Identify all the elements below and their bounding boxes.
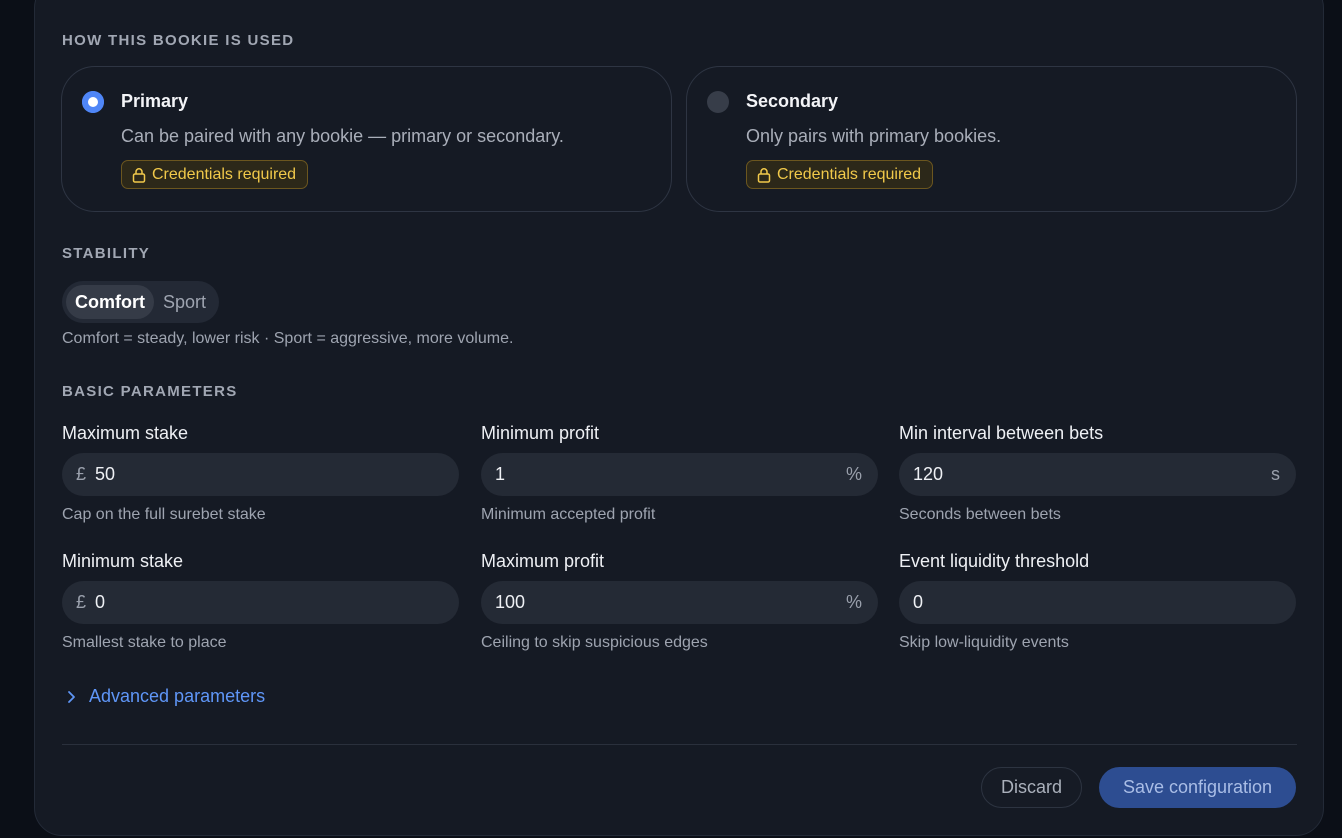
- stability-toggle: Comfort Sport: [62, 281, 220, 323]
- discard-button[interactable]: Discard: [981, 767, 1082, 808]
- credentials-badge: Credentials required: [746, 160, 934, 189]
- field-value: 0: [95, 592, 106, 612]
- liquidity-threshold-label: Event liquidity threshold: [899, 551, 1090, 571]
- min-interval-input[interactable]: 120 s: [899, 453, 1296, 496]
- max-stake-label: Maximum stake: [62, 423, 189, 443]
- stability-option-sport[interactable]: Sport: [154, 285, 215, 319]
- credentials-badge: Credentials required: [121, 160, 309, 189]
- currency-prefix: £: [76, 464, 87, 484]
- usage-option-title: Secondary: [746, 91, 839, 111]
- badge-label: Credentials required: [152, 165, 297, 183]
- usage-section-label: HOW THIS BOOKIE IS USED: [62, 32, 295, 49]
- min-interval-hint: Seconds between bets: [899, 506, 1061, 523]
- min-profit-input[interactable]: 1 %: [481, 453, 878, 496]
- footer-divider: [62, 744, 1297, 745]
- usage-option-primary[interactable]: Primary Can be paired with any bookie — …: [61, 66, 672, 212]
- max-profit-input[interactable]: 100 %: [481, 581, 878, 624]
- stability-option-comfort[interactable]: Comfort: [66, 285, 154, 319]
- usage-option-secondary[interactable]: Secondary Only pairs with primary bookie…: [686, 66, 1297, 212]
- unit-suffix: %: [845, 464, 862, 484]
- liquidity-threshold-hint: Skip low-liquidity events: [899, 634, 1069, 651]
- field-value: 0: [913, 592, 924, 612]
- lock-icon: [757, 167, 771, 183]
- unit-suffix: %: [845, 592, 862, 612]
- stability-section-label: STABILITY: [62, 245, 151, 262]
- usage-option-description: Only pairs with primary bookies.: [746, 126, 1002, 146]
- usage-option-description: Can be paired with any bookie — primary …: [121, 126, 564, 146]
- min-profit-hint: Minimum accepted profit: [481, 506, 656, 523]
- min-interval-label: Min interval between bets: [899, 423, 1104, 443]
- usage-option-title: Primary: [121, 91, 189, 111]
- max-stake-hint: Cap on the full surebet stake: [62, 506, 266, 523]
- basic-section-label: BASIC PARAMETERS: [62, 383, 238, 400]
- radio-unselected-icon[interactable]: [707, 91, 729, 113]
- advanced-parameters-toggle[interactable]: Advanced parameters: [62, 686, 265, 707]
- max-profit-label: Maximum profit: [481, 551, 605, 571]
- currency-prefix: £: [76, 592, 87, 612]
- max-stake-input[interactable]: £ 50: [62, 453, 459, 496]
- liquidity-threshold-input[interactable]: 0: [899, 581, 1296, 624]
- field-value: 120: [913, 464, 944, 484]
- field-value: 1: [495, 464, 506, 484]
- field-value: 100: [495, 592, 526, 612]
- chevron-right-icon: [68, 690, 75, 703]
- field-value: 50: [95, 464, 116, 484]
- min-stake-input[interactable]: £ 0: [62, 581, 459, 624]
- save-configuration-button[interactable]: Save configuration: [1099, 767, 1296, 808]
- max-profit-hint: Ceiling to skip suspicious edges: [481, 634, 708, 651]
- min-stake-label: Minimum stake: [62, 551, 184, 571]
- radio-selected-icon[interactable]: [82, 91, 104, 113]
- lock-icon: [132, 167, 146, 183]
- unit-suffix: s: [1271, 464, 1280, 484]
- badge-label: Credentials required: [777, 165, 922, 183]
- min-stake-hint: Smallest stake to place: [62, 634, 227, 651]
- advanced-parameters-label: Advanced parameters: [89, 686, 266, 706]
- min-profit-label: Minimum profit: [481, 423, 600, 443]
- stability-hint: Comfort = steady, lower risk · Sport = a…: [62, 330, 514, 347]
